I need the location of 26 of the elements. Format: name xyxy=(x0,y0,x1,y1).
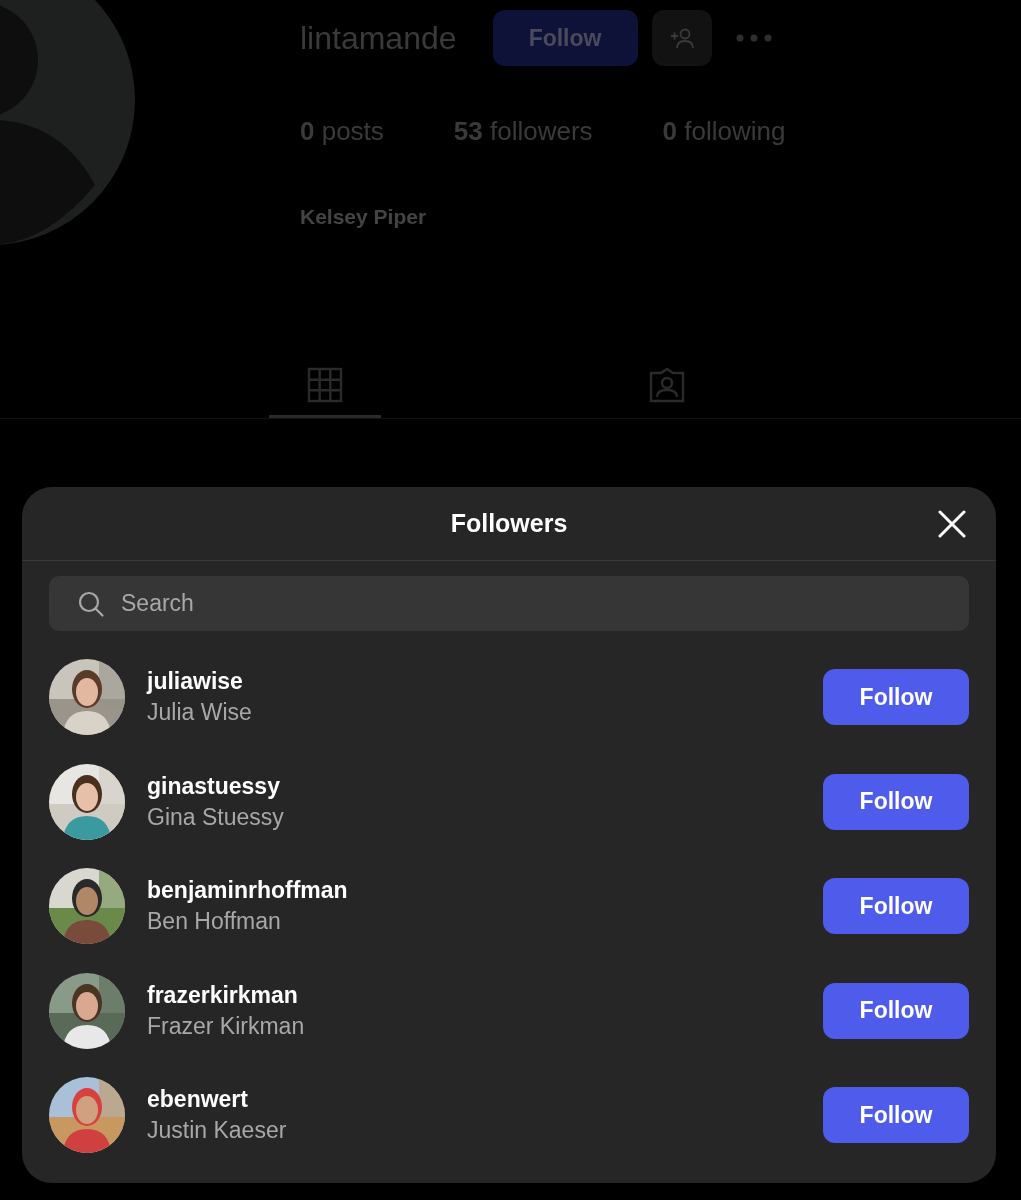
follower-name: Frazer Kirkman xyxy=(147,1012,306,1040)
follow-button[interactable]: Follow xyxy=(823,982,969,1039)
add-person-icon xyxy=(668,27,695,49)
follower-name: Gina Stuessy xyxy=(147,803,285,831)
profile-username: lintamande xyxy=(300,19,457,57)
follower-username[interactable]: ebenwert xyxy=(147,1086,823,1114)
grid-icon xyxy=(306,367,343,403)
add-person-button[interactable] xyxy=(651,10,712,66)
follow-button[interactable]: Follow xyxy=(823,1087,969,1144)
profile-full-name: Kelsey Piper xyxy=(300,205,428,229)
search-icon xyxy=(77,589,105,618)
follower-name: Ben Hoffman xyxy=(147,908,282,936)
follower-username[interactable]: ginastuessy xyxy=(147,772,823,800)
search-field[interactable]: Search xyxy=(119,589,969,618)
more-options-icon[interactable] xyxy=(735,34,772,42)
follower-username[interactable]: frazerkirkman xyxy=(147,981,823,1009)
follow-button[interactable]: Follow xyxy=(823,669,969,726)
search-field[interactable]: Search xyxy=(49,576,969,631)
follower-username[interactable]: juliawise xyxy=(147,668,823,696)
follow-button[interactable]: Follow xyxy=(823,773,969,830)
follower-username[interactable]: benjaminrhoffman xyxy=(147,877,823,905)
dialog-title: Followers xyxy=(450,509,568,538)
follower-name: Justin Kaeser xyxy=(147,1117,288,1145)
follow-button[interactable]: Follow xyxy=(823,878,969,935)
follower-name: Julia Wise xyxy=(147,699,253,727)
close-icon[interactable] xyxy=(938,510,966,538)
